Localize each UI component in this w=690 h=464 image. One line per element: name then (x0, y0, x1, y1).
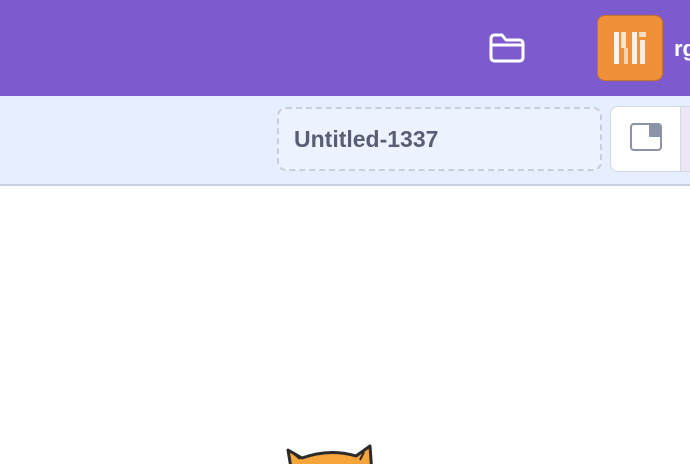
stage-area[interactable] (0, 186, 690, 464)
cat-sprite[interactable] (284, 444, 379, 464)
project-toolbar (0, 96, 690, 186)
username[interactable]: rg (674, 36, 690, 62)
my-stuff-button[interactable] (482, 24, 532, 74)
menu-bar: rg (0, 0, 690, 96)
small-stage-button[interactable] (610, 106, 682, 172)
avatar[interactable] (597, 15, 663, 81)
avatar-pattern-icon (614, 32, 646, 64)
project-title-input[interactable] (277, 107, 602, 171)
large-stage-button[interactable] (680, 106, 690, 172)
small-stage-icon (629, 122, 663, 157)
folder-icon (487, 31, 527, 68)
